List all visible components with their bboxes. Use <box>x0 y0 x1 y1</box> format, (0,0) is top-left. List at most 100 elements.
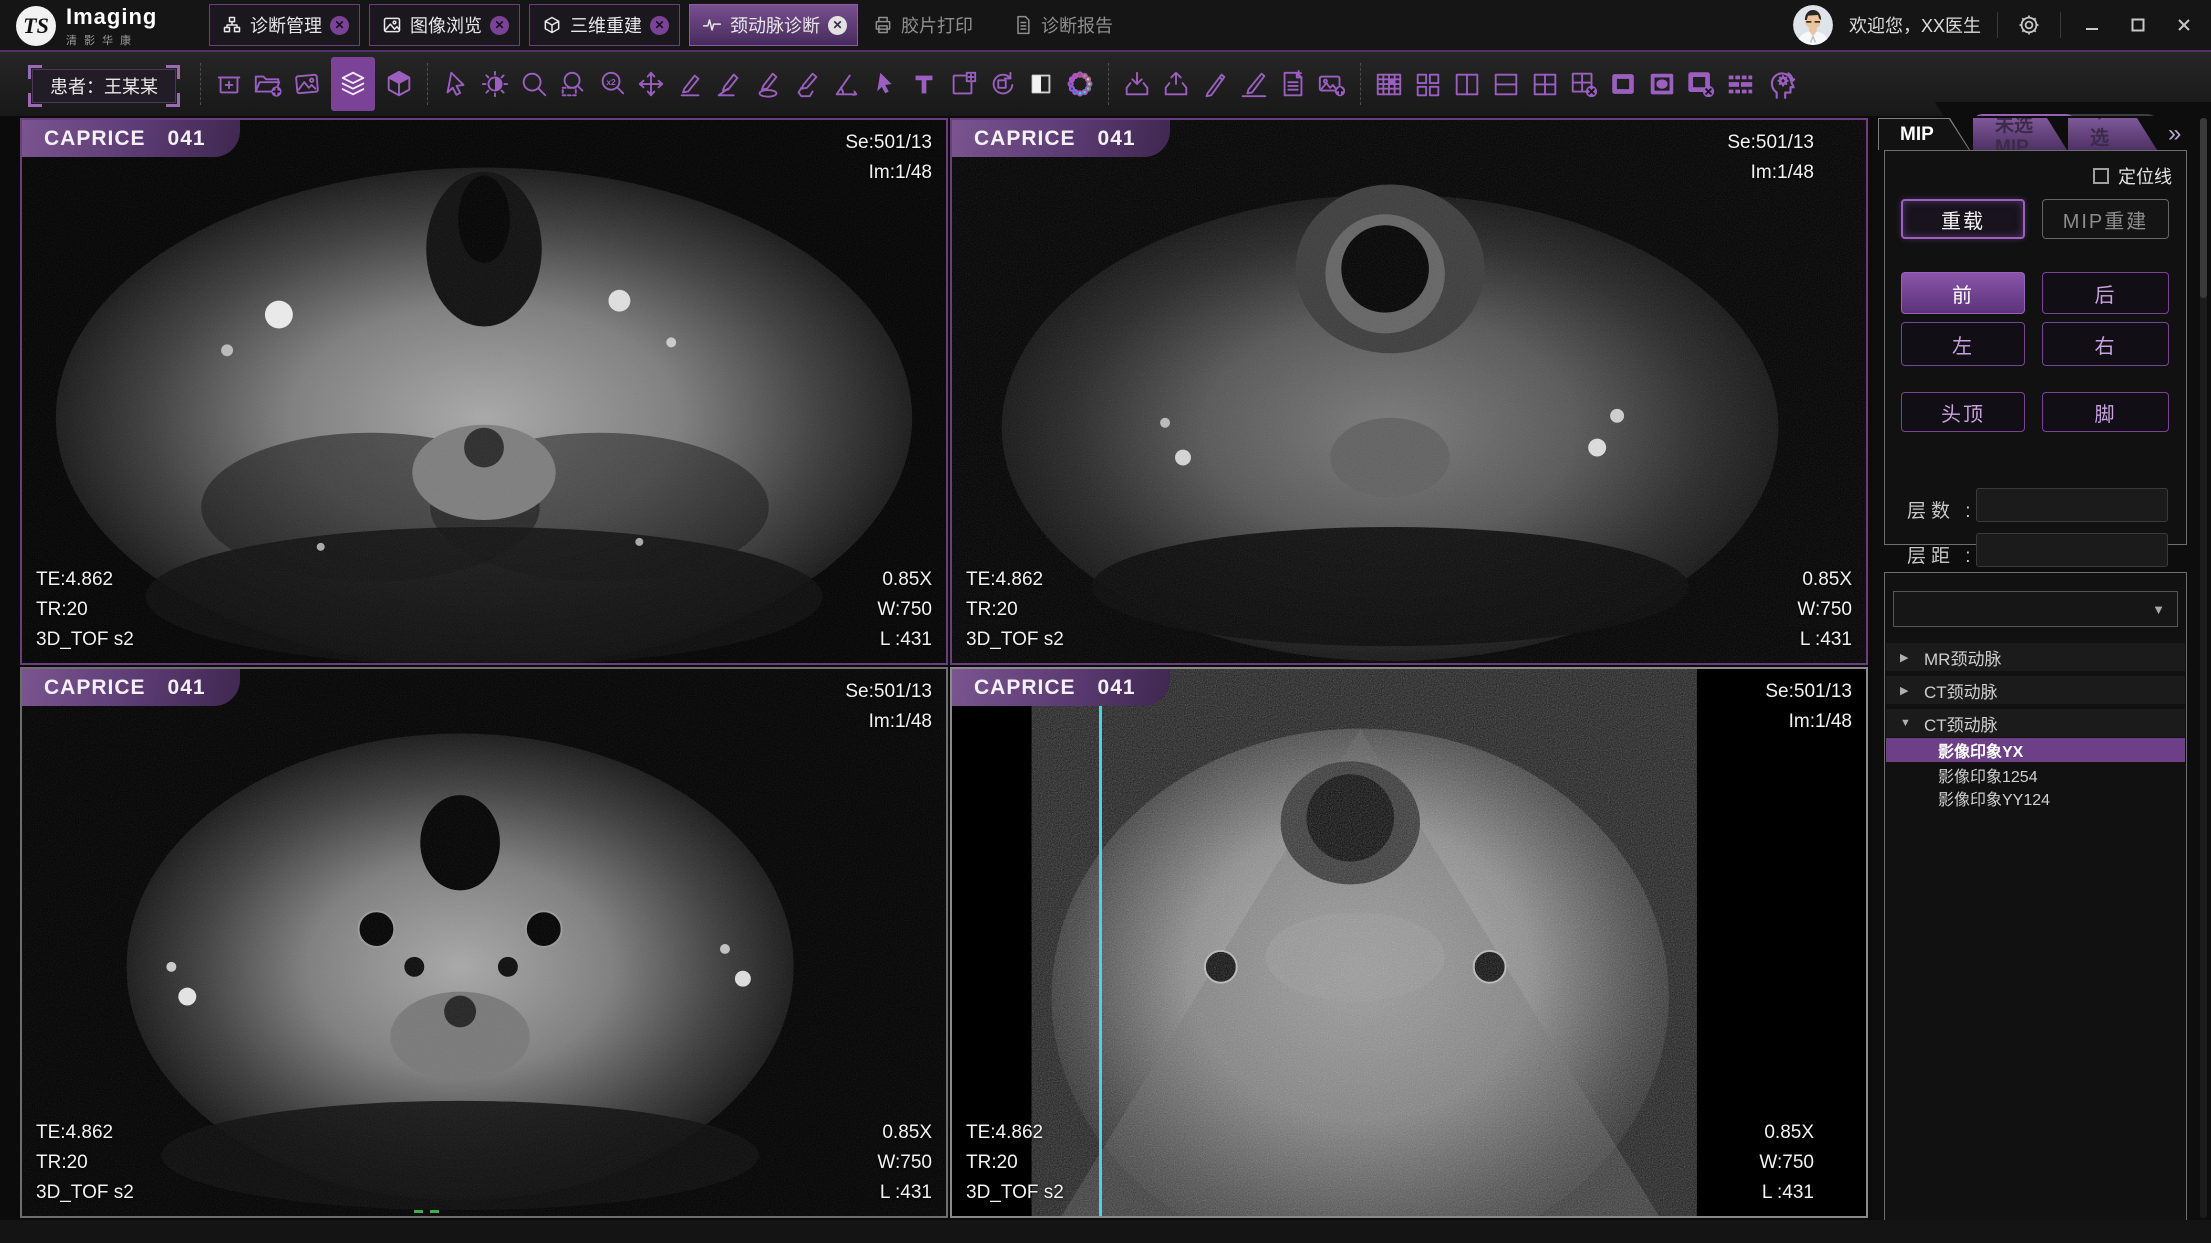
close-icon[interactable]: ✕ <box>650 16 669 35</box>
tree-item-mr-carotid[interactable]: ▶ MR颈动脉 <box>1886 643 2185 671</box>
tab-carotid-diagnosis[interactable]: 颈动脉诊断 ✕ <box>689 4 858 46</box>
image-icon <box>382 15 402 35</box>
arrow-annotation-icon[interactable] <box>870 67 900 101</box>
mri-slice-image <box>22 669 946 1216</box>
layout-quad-icon[interactable] <box>1413 67 1443 101</box>
head-view-button[interactable]: 头顶 <box>1901 392 2025 432</box>
avatar[interactable] <box>1793 5 1833 45</box>
tree-label: 影像印象YX <box>1938 738 2023 762</box>
layout-2col-icon[interactable] <box>1452 67 1482 101</box>
close-icon[interactable]: ✕ <box>828 16 847 35</box>
pan-icon[interactable] <box>636 67 666 101</box>
layer-spacing-input[interactable] <box>1976 533 2168 567</box>
minimize-icon[interactable] <box>2077 10 2107 40</box>
viewport-axial-2[interactable]: CAPRICE 041 Se:501/13 Im:1/48 TE:4.862 T… <box>950 118 1868 665</box>
menu-diagnosis-report[interactable]: 诊断报告 <box>1013 4 1113 46</box>
invert-icon[interactable] <box>1026 67 1056 101</box>
localizer-checkbox[interactable] <box>2093 168 2109 184</box>
rotate-icon[interactable] <box>987 67 1017 101</box>
image-info: Im:1/48 <box>1727 158 1814 188</box>
front-view-button[interactable]: 前 <box>1901 272 2025 314</box>
download-icon[interactable] <box>1122 67 1152 101</box>
patient-selector[interactable]: 患者：王某某 <box>28 65 180 107</box>
ai-analysis-icon[interactable] <box>1764 67 1800 101</box>
shape-ellipse-icon[interactable] <box>1647 67 1677 101</box>
measure-angle-icon[interactable] <box>714 67 744 101</box>
tree-item-impression-1254[interactable]: 影像印象1254 <box>1886 763 2185 787</box>
brush-line-icon[interactable] <box>1239 67 1269 101</box>
close-icon[interactable]: ✕ <box>490 16 509 35</box>
viewport-axial-4-active[interactable]: CAPRICE 041 Se:501/13 Im:1/48 TE:4.862 T… <box>950 667 1868 1218</box>
text-annotation-icon[interactable] <box>909 67 939 101</box>
measure-ellipse-icon[interactable] <box>753 67 783 101</box>
toolbar-separator <box>427 63 428 105</box>
layout-2x2-icon[interactable] <box>1530 67 1560 101</box>
image-gallery-icon[interactable] <box>292 67 322 101</box>
layers-tool-active[interactable] <box>331 57 375 111</box>
tree-item-impression-yx[interactable]: 影像印象YX <box>1886 738 2185 762</box>
tree-label: CT颈动脉 <box>1924 711 1998 736</box>
right-view-button[interactable]: 右 <box>2042 322 2169 366</box>
layout-2row-icon[interactable] <box>1491 67 1521 101</box>
localizer-line[interactable] <box>1099 669 1102 1216</box>
import-study-icon[interactable] <box>214 67 244 101</box>
panel-tab-unselected-mip-2[interactable]: 未选MIP <box>2068 118 2157 150</box>
tab-3d-reconstruction[interactable]: 三维重建 ✕ <box>529 4 680 46</box>
menu-film-print[interactable]: 胶片打印 <box>873 4 973 46</box>
cube-icon <box>542 15 562 35</box>
filmstrip-icon[interactable] <box>1725 67 1755 101</box>
color-palette-icon[interactable] <box>1065 67 1095 101</box>
panel-scrollbar[interactable] <box>2200 118 2207 1218</box>
viewport-axial-3[interactable]: CAPRICE 041 Se:501/13 Im:1/48 TE:4.862 T… <box>20 667 948 1218</box>
new-report-icon[interactable] <box>1278 67 1308 101</box>
chevron-more-icon[interactable]: » <box>2168 120 2181 148</box>
layout-grid-icon[interactable] <box>1374 67 1404 101</box>
shape-rect-icon[interactable] <box>1608 67 1638 101</box>
measure-polygon-icon[interactable] <box>792 67 822 101</box>
viewport-axial-1[interactable]: CAPRICE 041 Se:501/13 Im:1/48 TE:4.862 T… <box>20 118 948 665</box>
tr-value: TR:20 <box>36 595 134 625</box>
scale-tick <box>430 1210 439 1213</box>
maximize-icon[interactable] <box>2123 10 2153 40</box>
cube-3d-icon[interactable] <box>384 67 414 101</box>
tab-image-browse[interactable]: 图像浏览 ✕ <box>369 4 520 46</box>
layer-count-input[interactable] <box>1976 488 2168 522</box>
shape-rect-remove-icon[interactable] <box>1686 67 1716 101</box>
layout-remove-icon[interactable] <box>1569 67 1599 101</box>
level-value: L :431 <box>1759 1178 1814 1208</box>
rect-annotation-icon[interactable] <box>948 67 978 101</box>
scrollbar-thumb[interactable] <box>2200 118 2207 298</box>
foot-view-button[interactable]: 脚 <box>2042 392 2169 432</box>
panel-tab-unselected-mip-1[interactable]: 未选MIP <box>1973 118 2067 150</box>
tab-diagnosis-management[interactable]: 诊断管理 ✕ <box>209 4 360 46</box>
tree-collapsed-icon[interactable]: ▶ <box>1900 684 1912 697</box>
reload-button[interactable]: 重载 <box>1901 199 2025 239</box>
series-tree-box: ▼ ▶ MR颈动脉 ▶ CT颈动脉 ▼ CT颈动脉 影像印象YX 影像印象125… <box>1884 572 2187 1222</box>
tree-item-ct-carotid-1[interactable]: ▶ CT颈动脉 <box>1886 676 2185 704</box>
gear-icon[interactable] <box>2014 10 2044 40</box>
toolbar-separator <box>1360 63 1361 105</box>
zoom-region-icon[interactable] <box>558 67 588 101</box>
left-view-button[interactable]: 左 <box>1901 322 2025 366</box>
image-upload-icon[interactable] <box>1317 67 1347 101</box>
open-folder-add-icon[interactable] <box>253 67 283 101</box>
back-view-button[interactable]: 后 <box>2042 272 2169 314</box>
series-dropdown[interactable]: ▼ <box>1893 591 2178 627</box>
brush-icon[interactable] <box>1200 67 1230 101</box>
close-window-icon[interactable] <box>2169 10 2199 40</box>
tree-item-ct-carotid-2[interactable]: ▼ CT颈动脉 <box>1886 709 2185 737</box>
panel-tab-mip[interactable]: MIP <box>1878 118 1970 150</box>
zoom-icon[interactable] <box>519 67 549 101</box>
zoom-2x-icon[interactable]: x2 <box>597 67 627 101</box>
window-level-icon[interactable] <box>480 67 510 101</box>
close-icon[interactable]: ✕ <box>330 16 349 35</box>
tree-item-impression-yy124[interactable]: 影像印象YY124 <box>1886 786 2185 810</box>
upload-icon[interactable] <box>1161 67 1191 101</box>
angle-tool-icon[interactable] <box>831 67 861 101</box>
tree-collapsed-icon[interactable]: ▶ <box>1900 651 1912 664</box>
mip-rebuild-button[interactable]: MIP重建 <box>2042 199 2169 239</box>
select-cursor-icon[interactable] <box>441 67 471 101</box>
measure-length-icon[interactable] <box>675 67 705 101</box>
tree-expanded-icon[interactable]: ▼ <box>1900 717 1912 729</box>
mri-slice-image <box>22 120 946 663</box>
